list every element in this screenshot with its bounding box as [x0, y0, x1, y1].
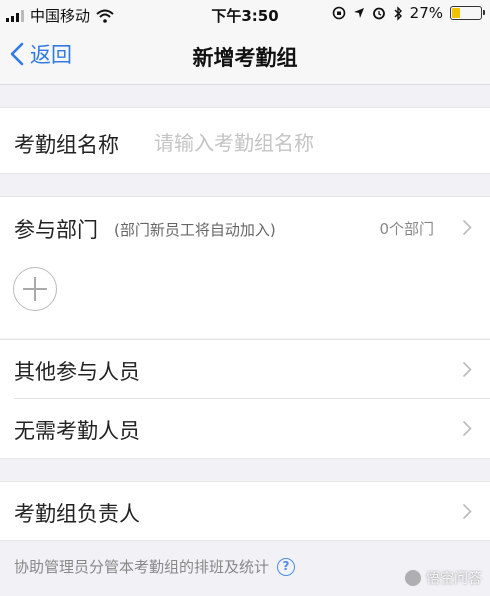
- status-right: 27%: [332, 4, 485, 22]
- watermark: 悟空问答: [404, 568, 482, 588]
- location-icon: [353, 8, 364, 18]
- group-name-input[interactable]: [152, 126, 476, 160]
- departments-count: 0个部门: [379, 220, 434, 238]
- group-owner-note-text: 协助管理员分管本考勤组的排班及统计: [14, 558, 270, 576]
- chevron-right-icon: [462, 219, 472, 236]
- other-participants-label: 其他参与人员: [14, 360, 140, 384]
- battery-level: [452, 8, 461, 18]
- orientation-lock-icon: [332, 6, 345, 20]
- departments-section: 参与部门 (部门新员工将自动加入) 0个部门: [0, 196, 490, 338]
- watermark-logo-icon: [404, 569, 422, 587]
- alarm-icon: [372, 7, 385, 20]
- bluetooth-icon: [394, 5, 402, 21]
- chevron-right-icon: [462, 361, 472, 378]
- add-department-button[interactable]: [13, 267, 57, 311]
- group-owner-row[interactable]: 考勤组负责人: [0, 481, 490, 541]
- departments-hint: (部门新员工将自动加入): [114, 221, 276, 239]
- group-owner-note: 协助管理员分管本考勤组的排班及统计 ?: [14, 556, 296, 577]
- battery-percent: 27%: [409, 4, 443, 22]
- status-bar: 中国移动 下午3:50 27%: [0, 0, 490, 28]
- battery-icon: [450, 6, 485, 20]
- group-name-row: 考勤组名称: [0, 107, 490, 174]
- help-icon[interactable]: ?: [277, 557, 296, 576]
- page-title: 新增考勤组: [192, 46, 298, 70]
- group-owner-label: 考勤组负责人: [14, 502, 140, 526]
- chevron-right-icon: [462, 503, 472, 520]
- navigation-bar: 返回 新增考勤组: [0, 28, 490, 85]
- other-participants-row[interactable]: 其他参与人员: [0, 339, 490, 399]
- chevron-right-icon: [462, 420, 472, 437]
- exempt-members-row[interactable]: 无需考勤人员: [0, 399, 490, 459]
- watermark-text: 悟空问答: [426, 571, 482, 587]
- exempt-members-label: 无需考勤人员: [14, 419, 140, 443]
- group-name-label: 考勤组名称: [14, 133, 119, 157]
- departments-label: 参与部门: [14, 218, 98, 242]
